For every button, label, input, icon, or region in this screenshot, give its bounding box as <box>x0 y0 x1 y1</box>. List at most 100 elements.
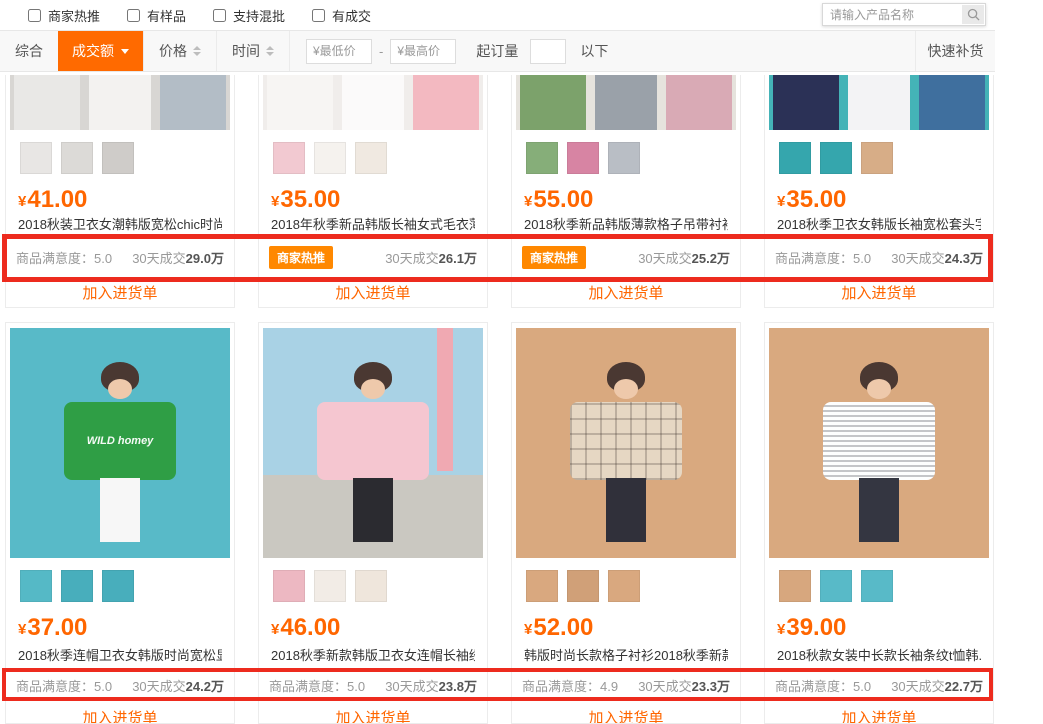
product-image[interactable] <box>263 328 483 558</box>
price-amount: 55.00 <box>533 188 593 212</box>
thumbnail[interactable] <box>526 570 558 602</box>
image-color-block <box>267 75 333 130</box>
checkbox-label: 有成交 <box>332 6 371 25</box>
thumbnail[interactable] <box>61 570 93 602</box>
mix-batch-checkbox[interactable] <box>213 9 226 22</box>
thumbnail[interactable] <box>314 570 346 602</box>
search-button[interactable] <box>962 5 984 24</box>
image-accent <box>943 328 959 471</box>
sort-comprehensive[interactable]: 综合 <box>0 31 58 71</box>
thumbnail[interactable] <box>273 570 305 602</box>
sales-30d: 30天成交25.2万 <box>638 248 730 267</box>
image-color-block <box>160 75 226 130</box>
product-image[interactable] <box>10 75 230 130</box>
currency-symbol: ¥ <box>524 621 532 638</box>
moq-input[interactable] <box>530 39 566 64</box>
satisfaction-score: 商品满意度：5.0 <box>269 676 365 695</box>
product-title[interactable]: 2018秋季连帽卫衣女韩版时尚宽松显... <box>18 646 222 666</box>
thumbnail[interactable] <box>861 570 893 602</box>
product-image[interactable] <box>769 75 989 130</box>
add-to-cart-button[interactable]: 加入进货单 <box>512 700 740 724</box>
thumbnail[interactable] <box>355 142 387 174</box>
sort-time[interactable]: 时间 <box>216 31 289 71</box>
model-figure <box>308 362 438 554</box>
thumbnail[interactable] <box>20 142 52 174</box>
hot-push-checkbox[interactable] <box>28 9 41 22</box>
image-color-block <box>595 75 657 130</box>
satisfaction-score: 商品满意度：5.0 <box>775 248 871 267</box>
add-to-cart-button[interactable]: 加入进货单 <box>512 278 740 306</box>
product-title[interactable]: 2018秋装卫衣女潮韩版宽松chic时尚 <box>18 214 222 236</box>
product-card: WILD homey ¥ 37.00 2018秋季连帽卫衣女韩版时尚宽松显...… <box>5 322 235 724</box>
product-card: ¥ 55.00 2018秋季新品韩版薄款格子吊带衬衫 商家热推 商品满意度： 3… <box>511 75 741 308</box>
thumbnail[interactable] <box>61 142 93 174</box>
sales-30d: 30天成交23.8万 <box>385 676 477 695</box>
product-image[interactable] <box>769 328 989 558</box>
checkbox-has-sample[interactable]: 有样品 <box>127 6 186 25</box>
add-to-cart-button[interactable]: 加入进货单 <box>259 278 487 306</box>
checkbox-hot-push[interactable]: 商家热推 <box>28 6 100 25</box>
thumbnail-strip <box>259 130 487 174</box>
thumbnail[interactable] <box>102 570 134 602</box>
thumbnail[interactable] <box>861 142 893 174</box>
has-deal-checkbox[interactable] <box>312 9 325 22</box>
add-to-cart-button[interactable]: 加入进货单 <box>6 278 234 306</box>
thumbnail[interactable] <box>102 142 134 174</box>
sort-price[interactable]: 价格 <box>143 31 216 71</box>
satisfaction-score: 商品满意度：4.9 <box>522 676 618 695</box>
thumbnail[interactable] <box>608 142 640 174</box>
product-search-box <box>822 3 986 26</box>
product-image[interactable] <box>263 75 483 130</box>
add-to-cart-button[interactable]: 加入进货单 <box>765 278 993 306</box>
thumbnail[interactable] <box>20 570 52 602</box>
product-title[interactable]: 2018秋季新款韩版卫衣女连帽长袖绣... <box>271 646 475 666</box>
thumbnail[interactable] <box>820 570 852 602</box>
sort-label: 时间 <box>232 41 260 61</box>
product-image[interactable] <box>516 75 736 130</box>
add-to-cart-button[interactable]: 加入进货单 <box>259 700 487 724</box>
thumbnail[interactable] <box>567 570 599 602</box>
product-image[interactable] <box>516 328 736 558</box>
search-input[interactable] <box>823 8 962 22</box>
thumbnail[interactable] <box>779 570 811 602</box>
price-amount: 35.00 <box>786 188 846 212</box>
product-card: ¥ 41.00 2018秋装卫衣女潮韩版宽松chic时尚 商家热推 商品满意度：… <box>5 75 235 308</box>
thumbnail[interactable] <box>526 142 558 174</box>
product-image[interactable]: WILD homey <box>10 328 230 558</box>
thumbnail[interactable] <box>355 570 387 602</box>
image-accent <box>690 328 706 471</box>
min-price-input[interactable] <box>306 39 372 64</box>
image-color-block <box>919 75 985 130</box>
product-title[interactable]: 2018年秋季新品韩版长袖女式毛衣薄 <box>271 214 475 236</box>
thumbnail[interactable] <box>567 142 599 174</box>
satisfaction-row: 商家热推 商品满意度： 30天成交25.2万 <box>512 236 740 278</box>
sort-sales-amount-active[interactable]: 成交额 <box>58 31 143 71</box>
thumbnail[interactable] <box>314 142 346 174</box>
thumbnail-strip <box>6 558 234 602</box>
product-title[interactable]: 2018秋款女装中长款长袖条纹t恤韩... <box>777 646 981 666</box>
price-range-group: - 起订量 以下 <box>289 31 608 71</box>
checkbox-label: 有样品 <box>147 6 186 25</box>
max-price-input[interactable] <box>390 39 456 64</box>
has-sample-checkbox[interactable] <box>127 9 140 22</box>
add-to-cart-button[interactable]: 加入进货单 <box>765 700 993 724</box>
price-amount: 39.00 <box>786 616 846 640</box>
thumbnail[interactable] <box>273 142 305 174</box>
thumbnail[interactable] <box>779 142 811 174</box>
checkbox-mix-batch[interactable]: 支持混批 <box>213 6 285 25</box>
product-price: ¥ 37.00 <box>18 610 234 640</box>
checkbox-has-deal[interactable]: 有成交 <box>312 6 371 25</box>
hot-badge: 商家热推 <box>269 246 333 269</box>
thumbnail-strip <box>765 130 993 174</box>
thumbnail[interactable] <box>608 570 640 602</box>
quick-restock-button[interactable]: 快速补货 <box>915 31 995 71</box>
product-price: ¥ 52.00 <box>524 610 740 640</box>
product-price: ¥ 41.00 <box>18 182 234 212</box>
product-title[interactable]: 韩版时尚长款格子衬衫2018秋季新款... <box>524 646 728 666</box>
product-title[interactable]: 2018秋季卫衣女韩版长袖宽松套头字 <box>777 214 981 236</box>
sales-30d: 30天成交24.3万 <box>891 248 983 267</box>
add-to-cart-button[interactable]: 加入进货单 <box>6 700 234 724</box>
satisfaction-row: 商家热推 商品满意度：5.0 30天成交24.2万 <box>6 670 234 700</box>
thumbnail[interactable] <box>820 142 852 174</box>
product-title[interactable]: 2018秋季新品韩版薄款格子吊带衬衫 <box>524 214 728 236</box>
